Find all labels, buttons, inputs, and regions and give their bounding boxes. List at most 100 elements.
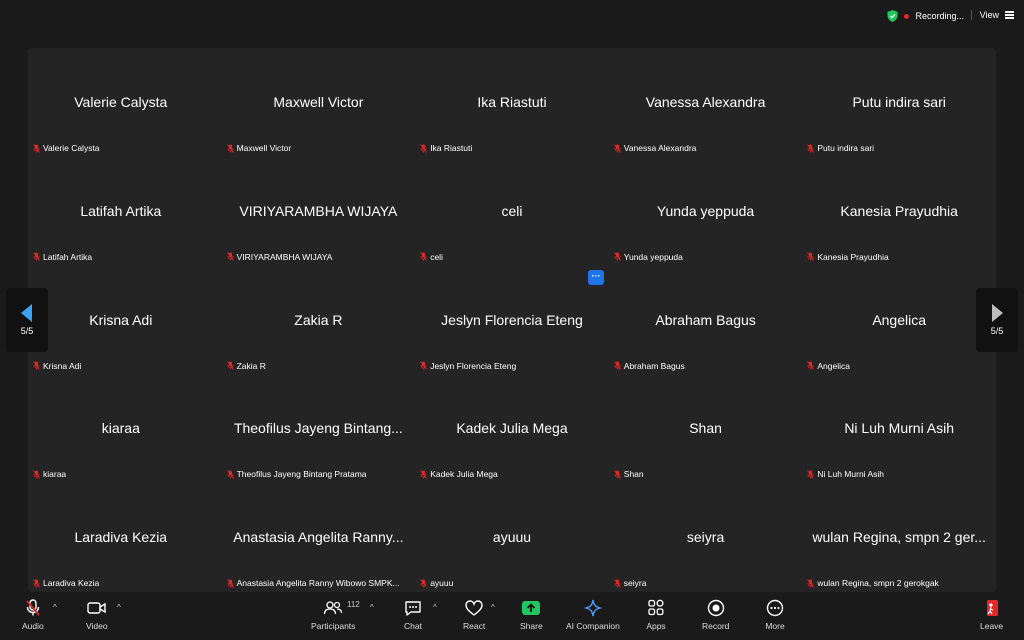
participant-name-tag: Abraham Bagus (613, 360, 685, 371)
participant-display-name: Kadek Julia Mega (456, 420, 568, 437)
participant-name-label: Abraham Bagus (623, 360, 685, 371)
next-page-button[interactable]: 5/5 (976, 288, 1018, 352)
participant-grid: Valerie Calysta Valerie Calysta Maxwell Vi… (28, 48, 996, 592)
participant-tile[interactable]: Ni Luh Murni Asih Ni Luh Murni Asih (802, 374, 996, 483)
participant-name-tag: Kadek Julia Mega (420, 469, 498, 479)
apps-button[interactable]: Apps (646, 599, 666, 631)
participants-options-chevron-icon[interactable]: ^ (370, 603, 374, 612)
chat-icon (405, 601, 421, 616)
mic-muted-icon (807, 143, 815, 153)
participant-tile[interactable]: Anastasia Angelita Ranny... Anastasia Ang… (222, 483, 416, 592)
grid-view-icon (1005, 10, 1014, 20)
audio-button[interactable]: Audio (22, 599, 44, 631)
more-options-icon[interactable]: ··· (588, 270, 604, 285)
participant-display-name: Anastasia Angelita Ranny... (233, 529, 404, 546)
record-button[interactable]: Record (702, 599, 729, 631)
participant-name-tag: celi (420, 252, 443, 262)
participant-name-label: Theofilus Jayeng Bintang Pratama (236, 469, 367, 480)
heart-icon (465, 600, 483, 616)
participant-name-label: Angelica (817, 360, 850, 371)
participant-display-name: VIRIYARAMBHA WIJAYA (239, 202, 398, 219)
participant-name-label: Maxwell Victor (236, 143, 292, 153)
participant-name-tag: wulan Regina, smpn 2 gerokgak (807, 578, 939, 588)
participant-tile[interactable]: Jeslyn Florencia Eteng Jeslyn Florencia E… (415, 266, 609, 375)
mic-muted-icon (807, 361, 815, 370)
participant-name-label: Ni Luh Murni Asih (817, 469, 884, 480)
leave-button[interactable]: Leave (980, 599, 1003, 631)
participant-display-name: Ika Riastuti (477, 94, 547, 110)
mic-muted-icon (807, 252, 815, 262)
participant-tile[interactable]: Yunda yeppuda Yunda yeppuda (609, 157, 803, 266)
participant-tile[interactable]: Valerie Calysta Valerie Calysta (28, 48, 222, 157)
participant-tile[interactable]: ayuuu ayuuu (415, 483, 609, 592)
audio-options-chevron-icon[interactable]: ^ (53, 603, 57, 612)
recording-indicator[interactable]: Recording... (887, 10, 964, 22)
share-button[interactable]: Share (520, 599, 543, 631)
participant-tile[interactable]: celi celi (415, 157, 609, 266)
video-button[interactable]: Video (86, 599, 108, 631)
share-label: Share (520, 621, 543, 631)
view-button[interactable]: View (970, 10, 1014, 20)
participant-display-name: Kanesia Prayudhia (840, 202, 958, 219)
participant-name-tag: Putu indira sari (807, 143, 874, 153)
participant-name-tag: Maxwell Victor (226, 143, 292, 153)
video-options-chevron-icon[interactable]: ^ (117, 603, 121, 612)
participant-name-tag: Angelica (807, 361, 850, 371)
participant-tile[interactable]: seiyra seiyra (609, 483, 803, 592)
react-button[interactable]: React (463, 599, 485, 631)
chat-button[interactable]: Chat (403, 599, 423, 631)
participant-tile[interactable]: Theofilus Jayeng Bintang... Theofilus Jay… (222, 374, 416, 483)
participant-name-tag: VIRIYARAMBHA WIJAYA (226, 252, 332, 262)
participant-name-label: Ika Riastuti (430, 143, 473, 153)
participant-display-name: Ni Luh Murni Asih (844, 420, 955, 437)
participant-tile[interactable]: Maxwell Victor Maxwell Victor (222, 48, 416, 157)
participant-name-tag: Theofilus Jayeng Bintang Pratama (226, 469, 367, 480)
participant-tile[interactable]: Krisna Adi Krisna Adi (28, 266, 222, 375)
participant-name-label: Putu indira sari (817, 143, 875, 153)
participant-display-name: kiaraa (101, 420, 140, 437)
react-options-chevron-icon[interactable]: ^ (491, 603, 495, 612)
participant-name-tag: seiyra (613, 578, 646, 588)
participant-tile[interactable]: Putu indira sari Putu indira sari (802, 48, 996, 157)
ai-companion-button[interactable]: AI Companion (566, 599, 620, 631)
participant-display-name: Laradiva Kezia (74, 529, 168, 546)
meeting-toolbar: Audio ^ Video ^ Participants 112 ^ Chat … (0, 596, 1024, 640)
participant-display-name: Vanessa Alexandra (645, 94, 766, 110)
participant-tile[interactable]: Angelica Angelica (802, 266, 996, 375)
participant-tile[interactable]: Kanesia Prayudhia Kanesia Prayudhia (802, 157, 996, 266)
mic-muted-icon (33, 470, 40, 479)
participant-tile[interactable]: Laradiva Kezia Laradiva Kezia (28, 483, 222, 592)
previous-page-button[interactable]: 5/5 (6, 288, 48, 352)
participant-tile[interactable]: Zakia R Zakia R (222, 266, 416, 375)
video-label: Video (86, 621, 108, 631)
shield-icon (887, 10, 899, 22)
participant-tile[interactable]: Latifah Artika Latifah Artika (28, 157, 222, 266)
participant-name-tag: Latifah Artika (33, 252, 92, 262)
participant-display-name: Shan (689, 420, 722, 437)
participant-tile[interactable]: Kadek Julia Mega Kadek Julia Mega (415, 374, 609, 483)
participant-display-name: seiyra (686, 529, 725, 546)
more-button[interactable]: More (765, 599, 785, 631)
participant-tile[interactable]: Abraham Bagus Abraham Bagus (609, 266, 803, 375)
participant-tile[interactable]: kiaraa kiaraa (28, 374, 222, 483)
participant-tile[interactable]: VIRIYARAMBHA WIJAYA VIRIYARAMBHA WIJAYA (222, 157, 416, 266)
participants-count: 112 (347, 600, 360, 609)
participant-name-label: Kadek Julia Mega (430, 469, 498, 480)
participant-name-label: Shan (623, 469, 644, 480)
participant-name-tag: Kanesia Prayudhia (807, 252, 889, 262)
mic-muted-icon (807, 470, 815, 479)
participant-name-tag: Vanessa Alexandra (613, 143, 696, 153)
mic-muted-icon (613, 578, 621, 588)
chevron-right-icon (992, 304, 1003, 322)
participant-tile[interactable]: wulan Regina, smpn 2 ger... wulan Regina,… (802, 483, 996, 592)
participant-tile[interactable]: Ika Riastuti Ika Riastuti (415, 48, 609, 157)
chat-options-chevron-icon[interactable]: ^ (433, 603, 437, 612)
record-icon (707, 599, 724, 617)
mic-muted-icon (420, 252, 428, 262)
participant-tile[interactable]: Shan Shan (609, 374, 803, 483)
apps-label: Apps (646, 621, 666, 631)
participant-display-name: Theofilus Jayeng Bintang... (233, 420, 403, 437)
participant-tile[interactable]: Vanessa Alexandra Vanessa Alexandra (609, 48, 803, 157)
view-label: View (979, 10, 999, 20)
record-label: Record (702, 621, 730, 631)
